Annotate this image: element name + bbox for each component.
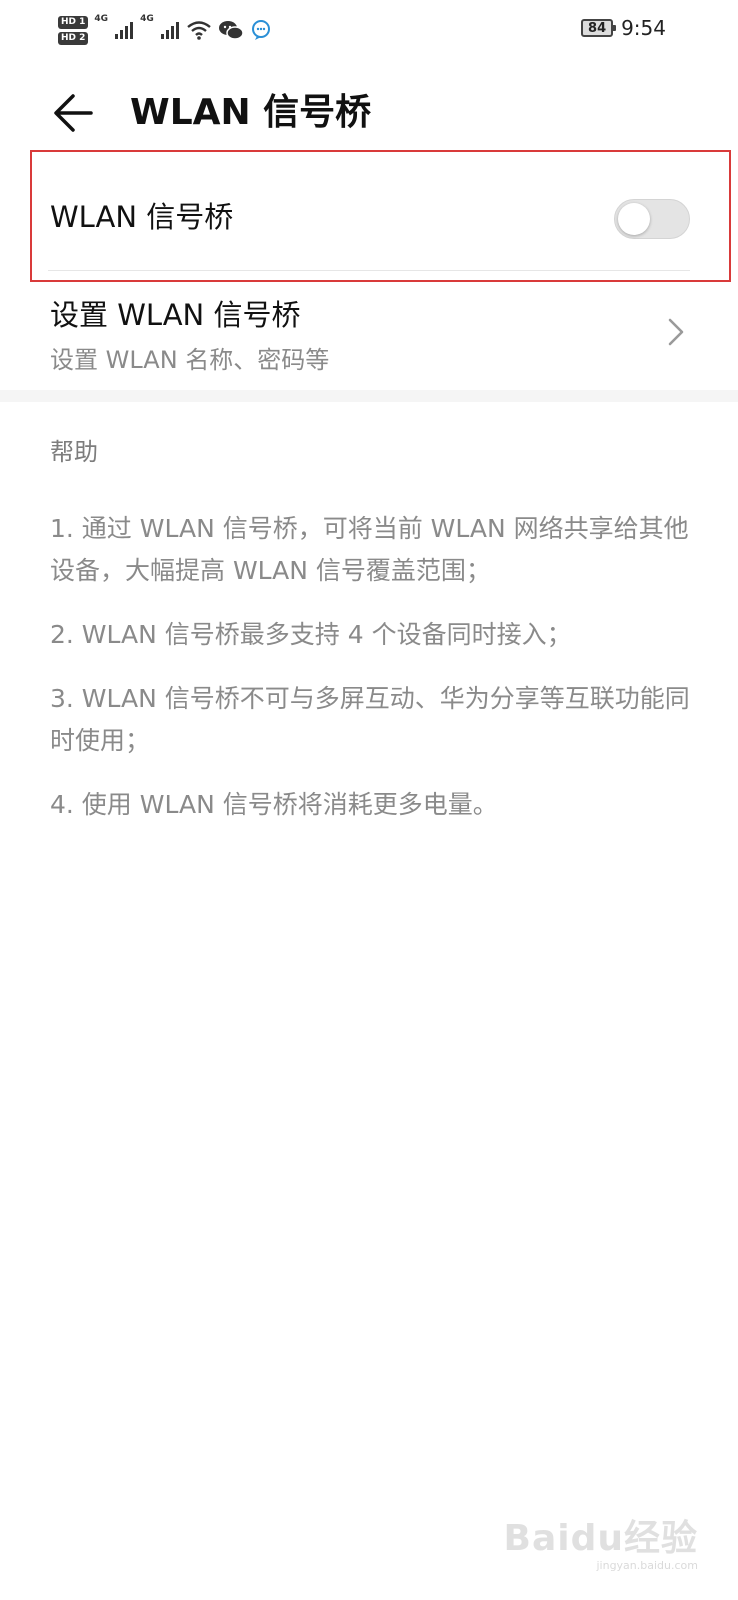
help-list: 1. 通过 WLAN 信号桥，可将当前 WLAN 网络共享给其他设备，大幅提高 … [50, 508, 700, 848]
page-title: WLAN 信号桥 [130, 92, 372, 133]
sim-badges: HD 1 HD 2 [58, 15, 89, 45]
status-bar-right: 84 9:54 [581, 14, 666, 42]
row-divider [48, 270, 690, 271]
battery-icon: 84 [581, 19, 617, 37]
baidu-watermark: Baidu经验 jingyan.baidu.com [504, 1509, 698, 1572]
help-item: 4. 使用 WLAN 信号桥将消耗更多电量。 [50, 790, 498, 819]
toggle-label: WLAN 信号桥 [50, 200, 234, 234]
watermark-text: Baidu经验 [503, 1518, 698, 1559]
net2-label: 4G [140, 14, 154, 24]
signal-icon [114, 20, 134, 40]
wlan-bridge-toggle-row[interactable]: WLAN 信号桥 [0, 150, 738, 274]
sim1-hd-badge: HD 1 [58, 15, 89, 29]
switch-knob [618, 203, 650, 235]
settings-row-title: 设置 WLAN 信号桥 [50, 298, 301, 332]
battery-level: 84 [588, 20, 607, 36]
wechat-icon [218, 19, 244, 41]
signal-icon [160, 20, 180, 40]
help-item: 2. WLAN 信号桥最多支持 4 个设备同时接入； [50, 620, 572, 649]
help-heading: 帮助 [50, 438, 98, 466]
back-button[interactable] [46, 86, 100, 140]
status-bar-left: HD 1 HD 2 4G 4G [58, 10, 272, 50]
help-item: 3. WLAN 信号桥不可与多屏互动、华为分享等互联功能同时使用； [50, 684, 690, 755]
status-bar: HD 1 HD 2 4G 4G 84 9:54 [0, 0, 738, 60]
chat-bubble-icon [250, 19, 272, 41]
wifi-icon [186, 20, 212, 40]
watermark-url: jingyan.baidu.com [596, 1559, 698, 1572]
settings-row-subtitle: 设置 WLAN 名称、密码等 [50, 346, 330, 374]
sim2-hd-badge: HD 2 [58, 31, 89, 45]
net1-label: 4G [94, 14, 109, 24]
clock: 9:54 [621, 16, 666, 40]
section-separator [0, 390, 738, 402]
help-item: 1. 通过 WLAN 信号桥，可将当前 WLAN 网络共享给其他设备，大幅提高 … [50, 514, 689, 585]
wlan-bridge-settings-row[interactable]: 设置 WLAN 信号桥 设置 WLAN 名称、密码等 [0, 276, 738, 390]
chevron-right-icon [664, 312, 688, 352]
wlan-bridge-switch[interactable] [614, 199, 690, 239]
app-header: WLAN 信号桥 [0, 70, 738, 154]
arrow-left-icon [54, 94, 93, 132]
